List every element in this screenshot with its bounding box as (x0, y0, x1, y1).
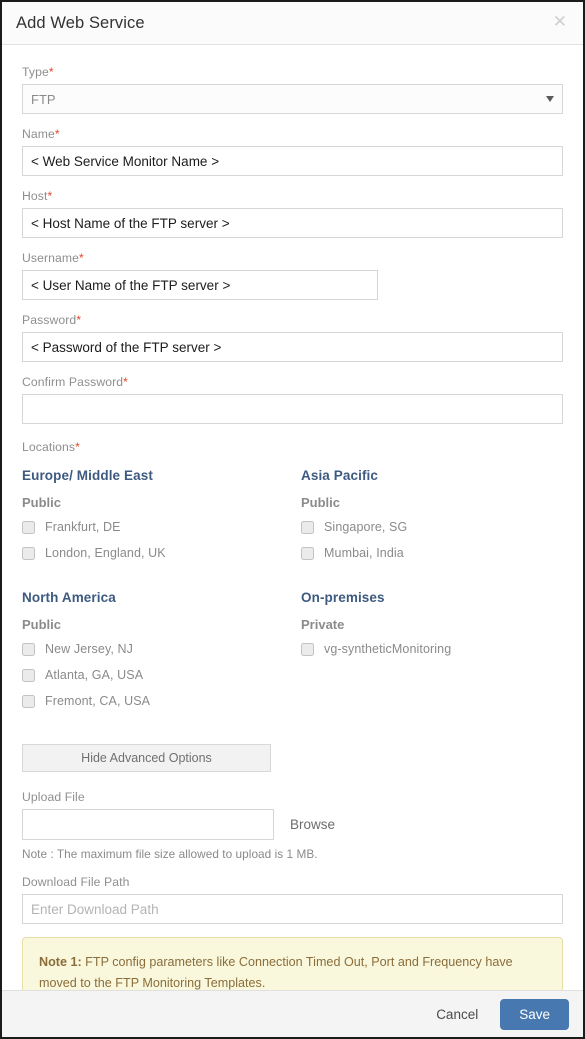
note-prefix: Note 1: (39, 955, 82, 969)
required-marker: * (79, 251, 84, 265)
label-upload-file: Upload File (22, 790, 85, 804)
required-marker: * (48, 65, 54, 79)
location-region-heading: On-premises (301, 590, 385, 605)
cancel-button[interactable]: Cancel (424, 1001, 490, 1028)
label-locations-text: Locations (22, 440, 76, 454)
location-access-heading: Private (301, 617, 345, 632)
confirm-password-input[interactable] (22, 394, 563, 424)
upload-size-note: Note : The maximum file size allowed to … (22, 847, 318, 861)
field-type: Type* FTP (22, 65, 563, 114)
password-input[interactable] (22, 332, 563, 362)
host-input[interactable] (22, 208, 563, 238)
location-label: Frankfurt, DE (45, 520, 121, 534)
toggle-advanced-options-button[interactable]: Hide Advanced Options (22, 744, 271, 772)
label-host: Host* (22, 189, 563, 203)
location-checkbox[interactable] (22, 520, 35, 534)
type-select-wrapper: FTP (22, 84, 563, 114)
locations-section: Locations* Europe/ Middle East Public Fran… (22, 440, 563, 738)
location-region-heading: Europe/ Middle East (22, 468, 153, 483)
location-group: North America Public New Jersey, NJ Atlanta… (22, 590, 301, 720)
location-item[interactable]: Singapore, SG (301, 520, 563, 534)
field-confirm-password: Confirm Password* (22, 375, 563, 424)
username-input[interactable] (22, 270, 378, 300)
location-label: Fremont, CA, USA (45, 694, 151, 708)
location-checkbox[interactable] (22, 694, 35, 708)
label-download-path: Download File Path (22, 875, 130, 889)
location-label: Mumbai, India (324, 546, 404, 560)
location-group: Asia Pacific Public Singapore, SG Mumbai, I… (301, 468, 563, 572)
dialog-footer: Cancel Save (2, 990, 583, 1037)
location-region-heading: Asia Pacific (301, 468, 378, 483)
label-name: Name* (22, 127, 563, 141)
dialog-header: Add Web Service ✕ (2, 2, 583, 45)
field-download-path: Download File Path (22, 875, 563, 924)
dialog-body: Type* FTP Name* Host* Username* Password (2, 45, 583, 990)
location-checkbox[interactable] (22, 642, 35, 656)
label-confirm-password-text: Confirm Password (22, 375, 124, 389)
required-marker: * (76, 313, 82, 327)
label-name-text: Name (22, 127, 55, 141)
location-region-heading: North America (22, 590, 116, 605)
page-title: Add Web Service (16, 13, 145, 32)
label-type-text: Type (22, 65, 49, 79)
label-host-text: Host (22, 189, 48, 203)
required-marker: * (54, 127, 60, 141)
save-button[interactable]: Save (500, 998, 569, 1030)
browse-button[interactable]: Browse (290, 817, 335, 832)
location-access-heading: Public (22, 617, 62, 632)
location-item[interactable]: Fremont, CA, USA (22, 694, 301, 708)
close-icon[interactable]: ✕ (551, 12, 569, 35)
required-marker: * (47, 189, 53, 203)
upload-row: Browse (22, 809, 563, 840)
download-path-input[interactable] (22, 894, 563, 924)
field-host: Host* (22, 189, 563, 238)
field-name: Name* (22, 127, 563, 176)
location-item[interactable]: Atlanta, GA, USA (22, 668, 301, 682)
label-type: Type* (22, 65, 563, 79)
location-label: vg-syntheticMonitoring (324, 642, 452, 656)
label-locations: Locations* (22, 440, 563, 454)
add-web-service-dialog: Add Web Service ✕ Type* FTP Name* Host* … (0, 0, 585, 1039)
location-group: On-premises Private vg-syntheticMonitoring (301, 590, 563, 720)
label-username-text: Username (22, 251, 80, 265)
field-upload-file: Upload File Browse Note : The maximum fi… (22, 790, 563, 861)
label-password: Password* (22, 313, 563, 327)
location-label: New Jersey, NJ (45, 642, 133, 656)
ftp-config-note: Note 1: FTP config parameters like Conne… (22, 937, 563, 990)
field-username: Username* (22, 251, 563, 300)
location-checkbox[interactable] (22, 546, 35, 560)
location-access-heading: Public (22, 495, 62, 510)
location-label: London, England, UK (45, 546, 166, 560)
location-item[interactable]: London, England, UK (22, 546, 301, 560)
location-checkbox[interactable] (22, 668, 35, 682)
location-group: Europe/ Middle East Public Frankfurt, DE Lo… (22, 468, 301, 572)
location-label: Atlanta, GA, USA (45, 668, 144, 682)
location-checkbox[interactable] (301, 546, 314, 560)
location-label: Singapore, SG (324, 520, 408, 534)
label-confirm-password: Confirm Password* (22, 375, 563, 389)
location-checkbox[interactable] (301, 642, 314, 656)
note-text: FTP config parameters like Connection Ti… (39, 955, 513, 990)
type-select[interactable]: FTP (22, 84, 563, 114)
location-item[interactable]: vg-syntheticMonitoring (301, 642, 563, 656)
upload-file-input[interactable] (22, 809, 274, 840)
label-password-text: Password (22, 313, 77, 327)
location-checkbox[interactable] (301, 520, 314, 534)
field-password: Password* (22, 313, 563, 362)
name-input[interactable] (22, 146, 563, 176)
location-item[interactable]: Frankfurt, DE (22, 520, 301, 534)
required-marker: * (75, 440, 80, 454)
location-item[interactable]: New Jersey, NJ (22, 642, 301, 656)
location-item[interactable]: Mumbai, India (301, 546, 563, 560)
locations-grid: Europe/ Middle East Public Frankfurt, DE Lo… (22, 468, 563, 738)
location-access-heading: Public (301, 495, 341, 510)
label-username: Username* (22, 251, 563, 265)
required-marker: * (123, 375, 128, 389)
